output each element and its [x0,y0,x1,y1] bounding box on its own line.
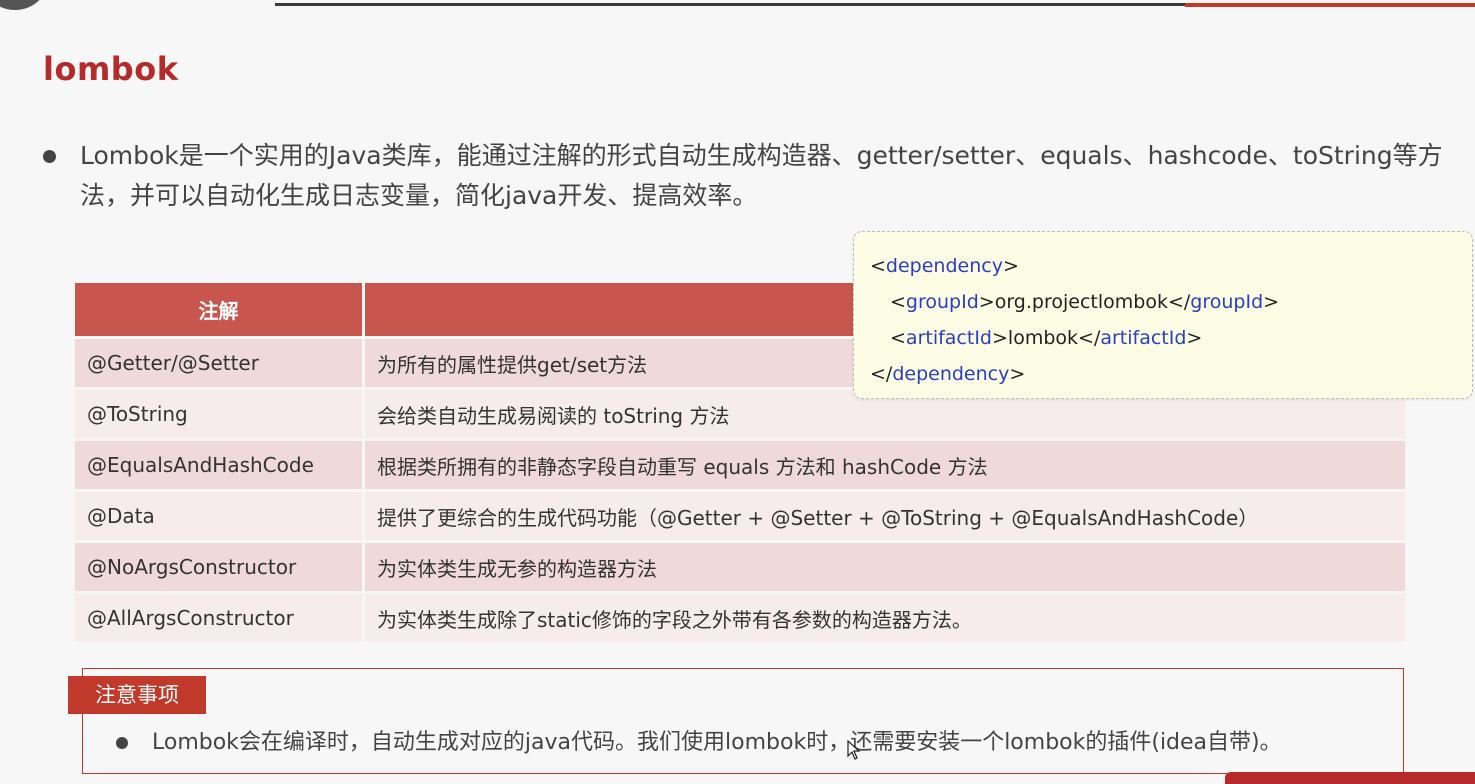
intro-text: Lombok是一个实用的Java类库，能通过注解的形式自动生成构造器、gette… [80,141,1443,210]
annotation-name: @EqualsAndHashCode [75,441,365,489]
annotation-desc: 提供了更综合的生成代码功能（@Getter + @Setter + @ToStr… [365,492,1405,540]
intro-paragraph: Lombok是一个实用的Java类库，能通过注解的形式自动生成构造器、gette… [43,136,1453,216]
table-row: @NoArgsConstructor 为实体类生成无参的构造器方法 [75,543,1405,591]
code-line-groupid: <groupId>org.projectlombok</groupId> [890,291,1280,313]
code-line-artifactid: <artifactId>lombok</artifactId> [890,327,1203,349]
header-annotation: 注解 [75,283,365,336]
annotation-name: @ToString [75,390,365,438]
top-accent-bar [1185,3,1475,7]
corner-logo [0,0,50,10]
annotation-name: @AllArgsConstructor [75,594,365,642]
code-line-dependency-close: </dependency> [870,363,1026,385]
table-row: @EqualsAndHashCode 根据类所拥有的非静态字段自动重写 equa… [75,441,1405,489]
bullet-icon [43,150,56,163]
table-row: @AllArgsConstructor 为实体类生成除了static修饰的字段之… [75,594,1405,642]
annotation-name: @Getter/@Setter [75,339,365,387]
bullet-icon [116,737,128,749]
bottom-accent-bar [1225,772,1475,784]
code-line-dependency-open: <dependency> [870,255,1019,277]
annotation-name: @NoArgsConstructor [75,543,365,591]
notice-text: Lombok会在编译时，自动生成对应的java代码。我们使用lombok时，还需… [152,730,1282,755]
notice-box: 注意事项 Lombok会在编译时，自动生成对应的java代码。我们使用lombo… [68,668,1404,774]
page-title: lombok [43,50,179,88]
dependency-code-box: <dependency> <groupId>org.projectlombok<… [853,231,1473,399]
annotation-name: @Data [75,492,365,540]
annotation-desc: 为实体类生成除了static修饰的字段之外带有各参数的构造器方法。 [365,594,1405,642]
annotation-desc: 根据类所拥有的非静态字段自动重写 equals 方法和 hashCode 方法 [365,441,1405,489]
table-row: @Data 提供了更综合的生成代码功能（@Getter + @Setter + … [75,492,1405,540]
annotation-desc: 为实体类生成无参的构造器方法 [365,543,1405,591]
notice-label: 注意事项 [68,676,206,714]
cursor-icon [847,740,861,760]
